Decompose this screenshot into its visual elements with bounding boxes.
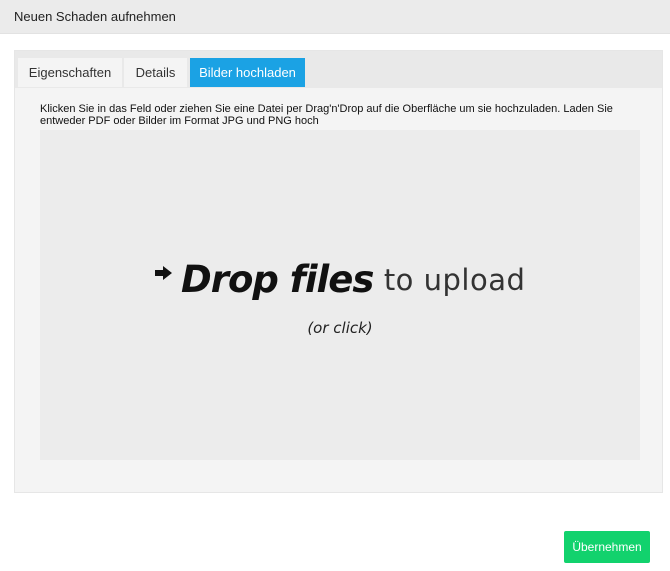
tab-details[interactable]: Details: [124, 58, 187, 87]
dropzone-message: Drop files to upload: [40, 258, 640, 301]
dropzone-sub-text: (or click): [307, 319, 373, 337]
tab-eigenschaften[interactable]: Eigenschaften: [18, 58, 122, 87]
upload-instructions: Klicken Sie in das Feld oder ziehen Sie …: [40, 103, 613, 127]
tab-bar: Eigenschaften Details Bilder hochladen: [15, 51, 662, 88]
dialog-title: Neuen Schaden aufnehmen: [14, 9, 176, 24]
file-dropzone[interactable]: Drop files to upload (or click): [40, 130, 640, 460]
dialog-header: Neuen Schaden aufnehmen: [0, 0, 670, 34]
tab-bilder-hochladen[interactable]: Bilder hochladen: [190, 58, 305, 87]
dropzone-bold-text: Drop files: [181, 258, 374, 301]
arrow-right-icon: [154, 266, 173, 285]
submit-button[interactable]: Übernehmen: [564, 531, 650, 563]
dropzone-light-text: to upload: [383, 262, 526, 297]
form-panel: Eigenschaften Details Bilder hochladen K…: [14, 50, 663, 493]
